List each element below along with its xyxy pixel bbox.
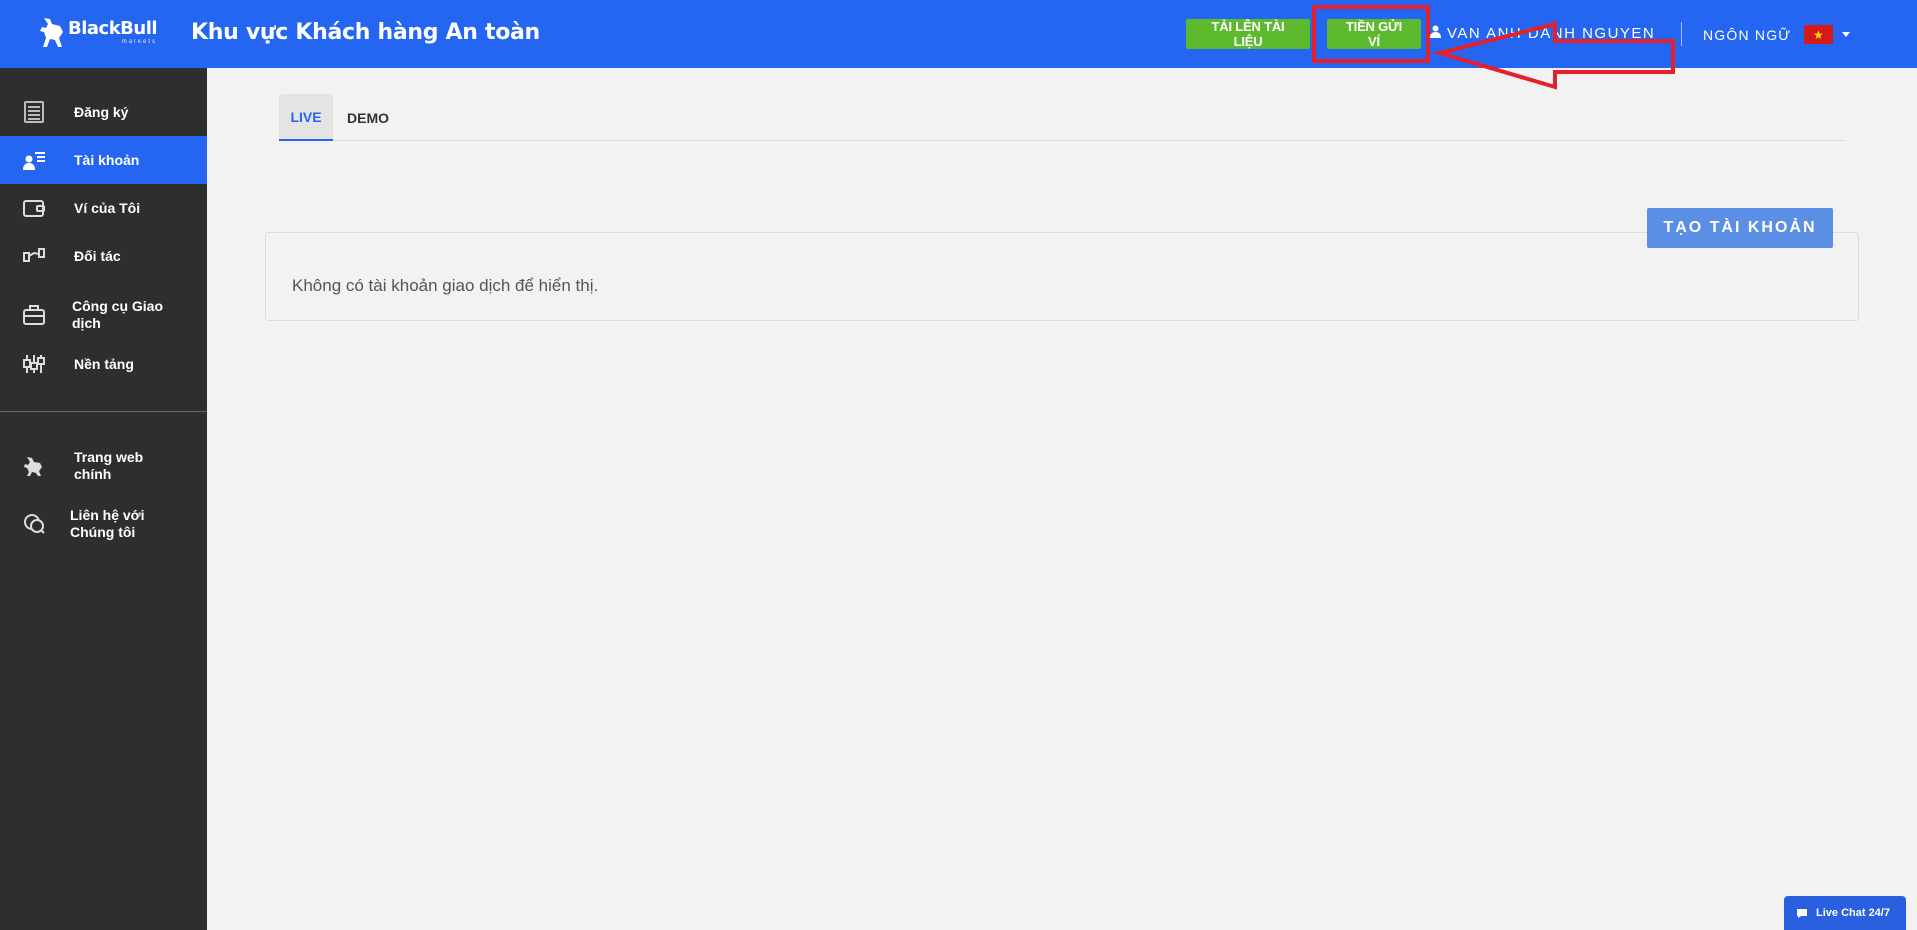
account-icon (22, 148, 46, 172)
sidebar-item-label: Tài khoản (74, 151, 140, 168)
wallet-icon (22, 196, 46, 220)
language-label: NGÔN NGỮ (1703, 26, 1792, 43)
live-chat-button[interactable]: Live Chat 24/7 (1784, 896, 1906, 930)
language-selector[interactable]: NGÔN NGỮ ★ (1703, 25, 1851, 44)
create-account-button[interactable]: TẠO TÀI KHOẢN (1647, 208, 1833, 248)
sidebar-item-label: Trang web chính (74, 449, 144, 482)
sidebar-item-wallet[interactable]: Ví của Tôi (0, 184, 207, 232)
header-divider (1681, 22, 1682, 46)
bull-icon (22, 454, 46, 478)
flag-star: ★ (1812, 27, 1825, 42)
logo-name: BlackBull (68, 17, 158, 39)
sidebar-item-register[interactable]: Đăng ký (0, 88, 207, 136)
top-header: BlackBull markets Khu vực Khách hàng An … (0, 0, 1917, 68)
vietnam-flag-icon: ★ (1804, 25, 1834, 44)
logo-subtitle: markets (121, 38, 158, 45)
empty-accounts-message: Không có tài khoản giao dịch để hiển thị… (292, 276, 599, 295)
caret-down-icon (1842, 32, 1851, 37)
sidebar-item-label: Công cụ Giao dịch (72, 298, 163, 331)
user-icon (1430, 25, 1441, 42)
sidebar-item-partner[interactable]: Đối tác (0, 232, 207, 280)
register-icon (22, 100, 46, 124)
tab-demo[interactable]: DEMO (343, 94, 393, 141)
sidebar: Đăng ký Tài khoản Ví của Tôi Đối tác Côn… (0, 68, 207, 930)
sidebar-divider (0, 411, 207, 412)
sidebar-item-label: Liên hệ với Chúng tôi (70, 507, 145, 540)
blackbull-logo[interactable]: BlackBull markets (38, 14, 158, 50)
sidebar-item-contact-us[interactable]: Liên hệ với Chúng tôi (0, 496, 207, 552)
sidebar-item-main-website[interactable]: Trang web chính (0, 438, 207, 494)
chat-icon (1796, 908, 1808, 919)
sidebar-item-label: Nền tảng (74, 355, 134, 372)
sidebar-item-trading-tools[interactable]: Công cụ Giao dịch (0, 287, 207, 343)
page-title: Khu vực Khách hàng An toàn (191, 20, 540, 45)
platform-icon (22, 352, 46, 376)
sidebar-item-label: Đăng ký (74, 103, 129, 120)
bull-logo-icon (40, 18, 63, 47)
user-name: VAN ANH DANH NGUYEN (1447, 25, 1656, 42)
chat-bubbles-icon (22, 512, 46, 536)
annotation-highlight-box (1312, 5, 1430, 63)
sidebar-item-label: Ví của Tôi (74, 199, 141, 216)
user-menu[interactable]: VAN ANH DANH NGUYEN (1430, 25, 1655, 42)
sidebar-item-platform[interactable]: Nền tảng (0, 340, 207, 388)
briefcase-icon (22, 303, 46, 327)
tab-live[interactable]: LIVE (279, 94, 333, 141)
account-type-tabs: LIVE DEMO (279, 94, 1845, 141)
upload-documents-button[interactable]: TẢI LÊN TÀI LIỆU (1186, 19, 1310, 49)
sidebar-item-account[interactable]: Tài khoản (0, 136, 207, 184)
live-chat-label: Live Chat 24/7 (1816, 907, 1890, 919)
accounts-panel: Không có tài khoản giao dịch để hiển thị… (265, 232, 1859, 321)
partner-icon (22, 244, 46, 268)
sidebar-item-label: Đối tác (74, 247, 121, 264)
